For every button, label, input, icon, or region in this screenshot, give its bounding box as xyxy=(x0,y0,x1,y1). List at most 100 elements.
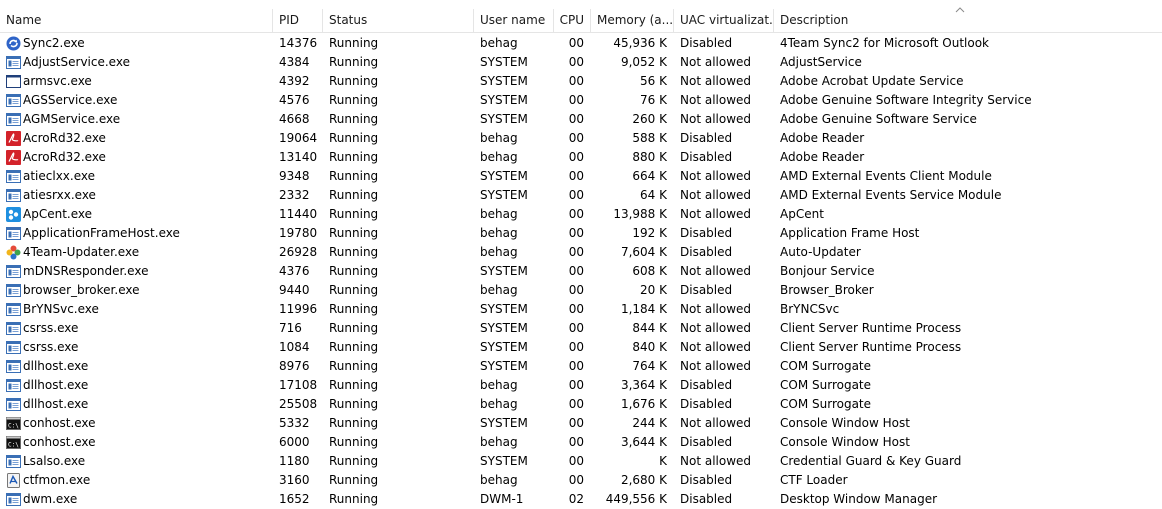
column-header-memory[interactable]: Memory (a... xyxy=(591,9,674,32)
process-name: conhost.exe xyxy=(23,416,96,430)
process-row[interactable]: AcroRd32.exe 19064 Running behag 00 588 K Disa… xyxy=(0,129,1162,148)
process-name: dllhost.exe xyxy=(23,397,89,411)
process-description: 4Team Sync2 for Microsoft Outlook xyxy=(780,36,989,50)
process-uac-virtualization: Disabled xyxy=(680,36,733,50)
process-row[interactable]: ApCent.exe 11440 Running behag 00 13,988 K Not… xyxy=(0,205,1162,224)
process-user-name: behag xyxy=(480,378,518,392)
process-pid: 26928 xyxy=(279,245,318,259)
column-header-status[interactable]: Status xyxy=(323,9,474,32)
process-name-cell: dwm.exe xyxy=(6,490,268,509)
process-memory: 844 K xyxy=(632,321,667,335)
app-window-icon xyxy=(6,226,21,241)
process-cpu: 00 xyxy=(568,473,584,487)
process-row[interactable]: ApplicationFrameHost.exe 19780 Running beha… xyxy=(0,224,1162,243)
app-window-icon xyxy=(6,321,21,336)
process-memory: 13,988 K xyxy=(613,207,667,221)
apcent-icon xyxy=(6,207,21,222)
process-row[interactable]: AdjustService.exe 4384 Running SYSTEM 00 9,05… xyxy=(0,53,1162,72)
process-name: 4Team-Updater.exe xyxy=(23,245,140,259)
process-user-name: behag xyxy=(480,207,518,221)
process-pid: 1180 xyxy=(279,454,310,468)
process-row[interactable]: Lsalso.exe 1180 Running SYSTEM 00 K Not allowe… xyxy=(0,452,1162,471)
process-row[interactable]: csrss.exe 1084 Running SYSTEM 00 840 K Not all… xyxy=(0,338,1162,357)
app-window-icon xyxy=(6,188,21,203)
process-cpu: 00 xyxy=(568,302,584,316)
process-row[interactable]: AcroRd32.exe 13140 Running behag 00 880 K Disa… xyxy=(0,148,1162,167)
process-uac-virtualization: Not allowed xyxy=(680,188,752,202)
process-row[interactable]: ctfmon.exe 3160 Running behag 00 2,680 K Disab… xyxy=(0,471,1162,490)
process-memory: 192 K xyxy=(632,226,667,240)
process-uac-virtualization: Not allowed xyxy=(680,359,752,373)
process-row[interactable]: atieclxx.exe 9348 Running SYSTEM 00 664 K Not … xyxy=(0,167,1162,186)
process-description: AMD External Events Service Module xyxy=(780,188,1002,202)
process-name-cell: AdjustService.exe xyxy=(6,53,268,72)
process-description: Bonjour Service xyxy=(780,264,875,278)
process-row[interactable]: AGSService.exe 4576 Running SYSTEM 00 76 K Not… xyxy=(0,91,1162,110)
process-user-name: SYSTEM xyxy=(480,93,528,107)
process-name-cell: csrss.exe xyxy=(6,338,268,357)
process-row[interactable]: atiesrxx.exe 2332 Running SYSTEM 00 64 K Not a… xyxy=(0,186,1162,205)
process-row[interactable]: Sync2.exe 14376 Running behag 00 45,936 K Disa… xyxy=(0,34,1162,53)
process-description: Application Frame Host xyxy=(780,226,920,240)
process-memory: 20 K xyxy=(640,283,667,297)
process-status: Running xyxy=(329,321,379,335)
process-row[interactable]: dllhost.exe 17108 Running behag 00 3,364 K Dis… xyxy=(0,376,1162,395)
process-name-cell: armsvc.exe xyxy=(6,72,268,91)
column-header-cpu[interactable]: CPU xyxy=(554,9,591,32)
process-name-cell: AGSService.exe xyxy=(6,91,268,110)
process-name-cell: browser_broker.exe xyxy=(6,281,268,300)
process-name-cell: atieclxx.exe xyxy=(6,167,268,186)
process-row[interactable]: BrYNSvc.exe 11996 Running SYSTEM 00 1,184 K No… xyxy=(0,300,1162,319)
process-pid: 4576 xyxy=(279,93,310,107)
process-status: Running xyxy=(329,169,379,183)
process-status: Running xyxy=(329,188,379,202)
process-row[interactable]: csrss.exe 716 Running SYSTEM 00 844 K Not allo… xyxy=(0,319,1162,338)
process-user-name: behag xyxy=(480,226,518,240)
column-header-description[interactable]: Description xyxy=(774,9,1162,32)
process-description: Desktop Window Manager xyxy=(780,492,938,506)
process-row[interactable]: armsvc.exe 4392 Running SYSTEM 00 56 K Not all… xyxy=(0,72,1162,91)
process-name-cell: AGMService.exe xyxy=(6,110,268,129)
process-name-cell: dllhost.exe xyxy=(6,376,268,395)
process-row[interactable]: 4Team-Updater.exe 26928 Running behag 00 7,60… xyxy=(0,243,1162,262)
process-row[interactable]: dwm.exe 1652 Running DWM-1 02 449,556 K Disabl… xyxy=(0,490,1162,509)
process-cpu: 00 xyxy=(568,188,584,202)
process-description: Auto-Updater xyxy=(780,245,861,259)
process-description: COM Surrogate xyxy=(780,397,872,411)
column-header-uac-virtualization[interactable]: UAC virtualizat... xyxy=(674,9,774,32)
process-name: ctfmon.exe xyxy=(23,473,91,487)
process-memory: K xyxy=(659,454,667,468)
process-memory: 7,604 K xyxy=(620,245,667,259)
app-window-icon xyxy=(6,302,21,317)
process-name: ApCent.exe xyxy=(23,207,92,221)
ctf-icon xyxy=(6,473,21,488)
process-row[interactable]: dllhost.exe 8976 Running SYSTEM 00 764 K Not a… xyxy=(0,357,1162,376)
process-row[interactable]: C:\ conhost.exe 6000 Running behag 00 3,644 K D… xyxy=(0,433,1162,452)
process-row[interactable]: dllhost.exe 25508 Running behag 00 1,676 K Dis… xyxy=(0,395,1162,414)
process-name: Lsalso.exe xyxy=(23,454,86,468)
process-uac-virtualization: Not allowed xyxy=(680,112,752,126)
column-header-user-name[interactable]: User name xyxy=(474,9,554,32)
process-name: Sync2.exe xyxy=(23,36,85,50)
process-uac-virtualization: Not allowed xyxy=(680,93,752,107)
process-row[interactable]: browser_broker.exe 9440 Running behag 00 20 K… xyxy=(0,281,1162,300)
app-window-icon xyxy=(6,359,21,374)
process-pid: 11440 xyxy=(279,207,318,221)
process-user-name: SYSTEM xyxy=(480,112,528,126)
console-icon: C:\ xyxy=(6,416,21,431)
process-uac-virtualization: Not allowed xyxy=(680,416,752,430)
process-user-name: SYSTEM xyxy=(480,264,528,278)
column-header-pid[interactable]: PID xyxy=(273,9,323,32)
process-memory: 880 K xyxy=(632,150,667,164)
process-status: Running xyxy=(329,340,379,354)
column-header-name[interactable]: Name xyxy=(0,9,273,32)
process-row[interactable]: C:\ conhost.exe 5332 Running SYSTEM 00 244 K No… xyxy=(0,414,1162,433)
process-user-name: DWM-1 xyxy=(480,492,524,506)
process-memory: 1,676 K xyxy=(620,397,667,411)
column-header-row: Name PID Status User name CPU Memory (a.… xyxy=(0,9,1162,33)
process-name-cell: ctfmon.exe xyxy=(6,471,268,490)
process-memory: 9,052 K xyxy=(620,55,667,69)
process-row[interactable]: AGMService.exe 4668 Running SYSTEM 00 260 K No… xyxy=(0,110,1162,129)
process-cpu: 00 xyxy=(568,150,584,164)
process-row[interactable]: mDNSResponder.exe 4376 Running SYSTEM 00 608 … xyxy=(0,262,1162,281)
